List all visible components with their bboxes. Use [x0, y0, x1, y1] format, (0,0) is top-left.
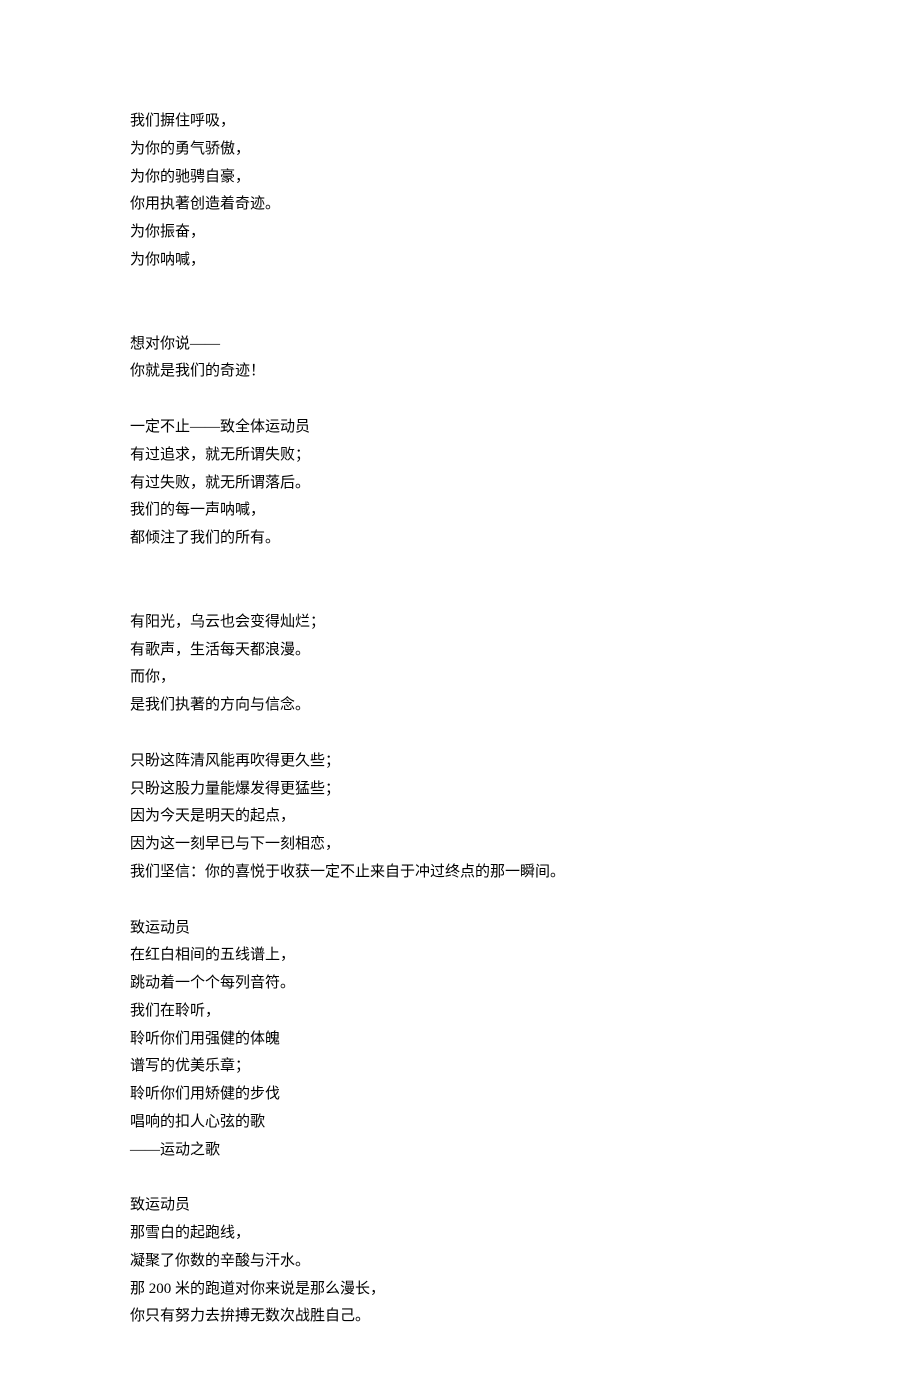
poem-line: 有过失败，就无所谓落后。 [130, 470, 790, 498]
document-page: 我们摒住呼吸， 为你的勇气骄傲， 为你的驰骋自豪， 你用执著创造着奇迹。 为你振… [0, 0, 920, 1391]
poem-line: 有过追求，就无所谓失败； [130, 442, 790, 470]
poem-line: 为你的勇气骄傲， [130, 136, 790, 164]
stanza: 想对你说—— 你就是我们的奇迹！ [130, 331, 790, 387]
poem-line: 在红白相间的五线谱上， [130, 942, 790, 970]
stanza: 有阳光，乌云也会变得灿烂； 有歌声，生活每天都浪漫。 而你， 是我们执著的方向与… [130, 609, 790, 720]
stanza: 致运动员 在红白相间的五线谱上， 跳动着一个个每列音符。 我们在聆听， 聆听你们… [130, 915, 790, 1165]
poem-line: 有歌声，生活每天都浪漫。 [130, 637, 790, 665]
poem-line: 那雪白的起跑线， [130, 1220, 790, 1248]
poem-line: 我们的每一声呐喊， [130, 497, 790, 525]
poem-line: 想对你说—— [130, 331, 790, 359]
poem-line: ——运动之歌 [130, 1137, 790, 1165]
poem-line: 唱响的扣人心弦的歌 [130, 1109, 790, 1137]
stanza: 我们摒住呼吸， 为你的勇气骄傲， 为你的驰骋自豪， 你用执著创造着奇迹。 为你振… [130, 108, 790, 275]
poem-line: 只盼这阵清风能再吹得更久些； [130, 748, 790, 776]
poem-line: 聆听你们用矫健的步伐 [130, 1081, 790, 1109]
poem-line: 你用执著创造着奇迹。 [130, 191, 790, 219]
poem-line: 我们摒住呼吸， [130, 108, 790, 136]
poem-line: 是我们执著的方向与信念。 [130, 692, 790, 720]
poem-line: 谱写的优美乐章； [130, 1053, 790, 1081]
poem-line: 都倾注了我们的所有。 [130, 525, 790, 553]
poem-line: 你就是我们的奇迹！ [130, 358, 790, 386]
poem-line: 为你的驰骋自豪， [130, 164, 790, 192]
poem-line: 聆听你们用强健的体魄 [130, 1026, 790, 1054]
poem-line: 有阳光，乌云也会变得灿烂； [130, 609, 790, 637]
poem-line: 一定不止——致全体运动员 [130, 414, 790, 442]
poem-line: 致运动员 [130, 915, 790, 943]
stanza: 致运动员 那雪白的起跑线， 凝聚了你数的辛酸与汗水。 那 200 米的跑道对你来… [130, 1192, 790, 1331]
poem-line: 我们在聆听， [130, 998, 790, 1026]
poem-line: 只盼这股力量能爆发得更猛些； [130, 776, 790, 804]
poem-line: 而你， [130, 664, 790, 692]
poem-line: 因为今天是明天的起点， [130, 803, 790, 831]
poem-line: 你只有努力去拚搏无数次战胜自己。 [130, 1303, 790, 1331]
poem-line: 致运动员 [130, 1192, 790, 1220]
poem-line: 为你呐喊， [130, 247, 790, 275]
poem-line: 因为这一刻早已与下一刻相恋， [130, 831, 790, 859]
poem-line: 凝聚了你数的辛酸与汗水。 [130, 1248, 790, 1276]
poem-line: 那 200 米的跑道对你来说是那么漫长， [130, 1276, 790, 1304]
poem-line: 我们坚信：你的喜悦于收获一定不止来自于冲过终点的那一瞬间。 [130, 859, 790, 887]
stanza: 只盼这阵清风能再吹得更久些； 只盼这股力量能爆发得更猛些； 因为今天是明天的起点… [130, 748, 790, 887]
poem-line: 为你振奋， [130, 219, 790, 247]
poem-line: 跳动着一个个每列音符。 [130, 970, 790, 998]
stanza: 一定不止——致全体运动员 有过追求，就无所谓失败； 有过失败，就无所谓落后。 我… [130, 414, 790, 553]
